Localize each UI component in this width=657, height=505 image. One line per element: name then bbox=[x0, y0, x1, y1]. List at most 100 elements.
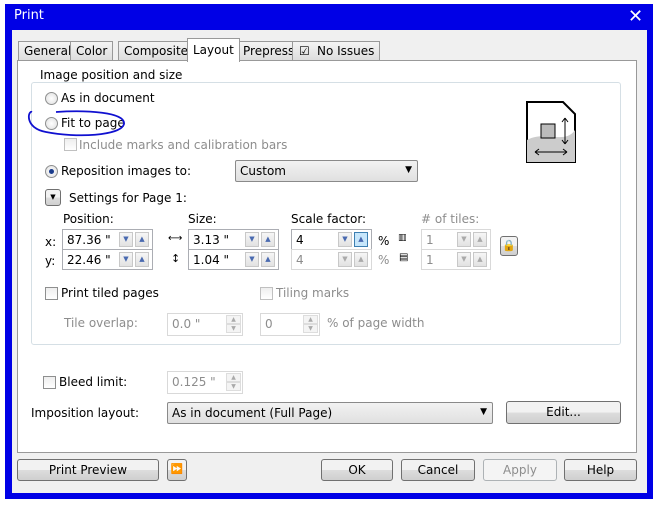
tiles-y-input[interactable]: 1 ▼ ▲ bbox=[421, 249, 491, 270]
ok-button[interactable]: OK bbox=[321, 459, 393, 481]
increment-button[interactable]: ▲ bbox=[226, 373, 241, 382]
window-title: Print bbox=[14, 8, 44, 23]
decrement-button[interactable]: ▼ bbox=[338, 232, 352, 247]
as-in-document-radio[interactable] bbox=[45, 92, 58, 105]
value: 22.46 " bbox=[67, 253, 111, 267]
decrement-button[interactable]: ▼ bbox=[119, 252, 133, 267]
increment-button[interactable]: ▲ bbox=[226, 315, 241, 324]
increment-button[interactable]: ▲ bbox=[473, 252, 487, 267]
value: 0.125 " bbox=[172, 375, 216, 389]
imposition-value: As in document (Full Page) bbox=[172, 406, 333, 420]
y-label: y: bbox=[45, 254, 56, 268]
decrement-button[interactable]: ▼ bbox=[457, 232, 471, 247]
expand-preview-button[interactable]: ⏩ bbox=[167, 459, 187, 481]
value: 87.36 " bbox=[67, 233, 111, 247]
size-width-input[interactable]: 3.13 " ▼ ▲ bbox=[188, 229, 279, 250]
cancel-button[interactable]: Cancel bbox=[401, 459, 475, 481]
tab-general[interactable]: General bbox=[18, 41, 78, 61]
tab-color[interactable]: Color bbox=[70, 41, 114, 61]
print-preview-button[interactable]: Print Preview bbox=[17, 459, 159, 481]
height-icon: ↕ bbox=[171, 252, 181, 265]
as-in-document-label: As in document bbox=[61, 91, 155, 105]
decrement-button[interactable]: ▼ bbox=[245, 252, 259, 267]
size-height-input[interactable]: 1.04 " ▼ ▲ bbox=[188, 249, 279, 270]
include-marks-checkbox[interactable] bbox=[64, 138, 77, 151]
tab-composite[interactable]: Composite bbox=[118, 41, 195, 61]
horizontal-ruler-icon: ▥ bbox=[398, 233, 407, 243]
bleed-limit-input[interactable]: 0.125 " ▲ ▼ bbox=[167, 371, 243, 394]
increment-button[interactable]: ▲ bbox=[135, 252, 149, 267]
increment-button[interactable]: ▲ bbox=[473, 232, 487, 247]
reposition-value: Custom bbox=[240, 164, 286, 178]
tab-layout[interactable]: Layout bbox=[187, 38, 240, 62]
value: 1 bbox=[426, 253, 434, 267]
decrement-button[interactable]: ▼ bbox=[226, 324, 241, 333]
increment-button[interactable]: ▲ bbox=[354, 252, 368, 267]
imposition-layout-select[interactable]: As in document (Full Page) ▼ bbox=[167, 402, 493, 424]
imposition-layout-label: Imposition layout: bbox=[31, 406, 140, 420]
tile-overlap-input[interactable]: 0.0 " ▲ ▼ bbox=[167, 313, 243, 336]
overlap-percent-input[interactable]: 0 ▲ ▼ bbox=[260, 313, 320, 336]
close-icon[interactable]: ✕ bbox=[628, 6, 643, 27]
reposition-radio[interactable] bbox=[45, 165, 58, 178]
increment-button[interactable]: ▲ bbox=[261, 252, 275, 267]
tiles-x-input[interactable]: 1 ▼ ▲ bbox=[421, 229, 491, 250]
position-y-input[interactable]: 22.46 " ▼ ▲ bbox=[62, 249, 153, 270]
tile-overlap-label: Tile overlap: bbox=[64, 316, 138, 330]
dropdown-arrow-icon: ▼ bbox=[480, 407, 487, 417]
scale-factor-label: Scale factor: bbox=[291, 212, 367, 226]
hand-drawn-circle-annotation bbox=[27, 110, 125, 137]
bleed-limit-checkbox[interactable] bbox=[43, 376, 56, 389]
increment-button[interactable]: ▲ bbox=[261, 232, 275, 247]
help-button[interactable]: Help bbox=[564, 459, 637, 481]
increment-button[interactable]: ▲ bbox=[354, 232, 368, 247]
tiling-marks-label: Tiling marks bbox=[276, 286, 350, 300]
increment-button[interactable]: ▲ bbox=[303, 315, 318, 324]
tab-no-issues[interactable]: ☑ No Issues bbox=[292, 41, 381, 61]
x-label: x: bbox=[45, 235, 57, 249]
value: 4 bbox=[296, 253, 304, 267]
settings-for-page-label: Settings for Page 1: bbox=[69, 191, 187, 205]
reposition-select[interactable]: Custom ▼ bbox=[235, 160, 418, 182]
vertical-ruler-icon: ▤ bbox=[399, 252, 409, 263]
percent-label: % bbox=[378, 253, 390, 267]
scale-y-input[interactable]: 4 ▼ ▲ bbox=[291, 249, 372, 270]
value: 3.13 " bbox=[193, 233, 230, 247]
percent-page-width-label: % of page width bbox=[327, 316, 425, 330]
expand-settings-button[interactable]: ▼ bbox=[45, 189, 61, 206]
position-label: Position: bbox=[63, 212, 114, 226]
decrement-button[interactable]: ▼ bbox=[338, 252, 352, 267]
decrement-button[interactable]: ▼ bbox=[245, 232, 259, 247]
tab-prepress[interactable]: Prepress bbox=[237, 41, 301, 61]
scale-x-input[interactable]: 4 ▼ ▲ bbox=[291, 229, 372, 250]
percent-label: % bbox=[378, 234, 390, 248]
position-x-input[interactable]: 87.36 " ▼ ▲ bbox=[62, 229, 153, 250]
checklist-icon: ☑ bbox=[299, 44, 310, 58]
value: 0 bbox=[265, 317, 273, 331]
reposition-label: Reposition images to: bbox=[61, 164, 192, 178]
decrement-button[interactable]: ▼ bbox=[457, 252, 471, 267]
size-label: Size: bbox=[188, 212, 217, 226]
apply-button[interactable]: Apply bbox=[483, 459, 557, 481]
width-icon: ⟷ bbox=[168, 233, 183, 244]
value: 1.04 " bbox=[193, 253, 230, 267]
print-tiled-checkbox[interactable] bbox=[45, 287, 58, 300]
value: 4 bbox=[296, 233, 304, 247]
print-tiled-label: Print tiled pages bbox=[61, 286, 159, 300]
value: 0.0 " bbox=[172, 317, 201, 331]
page-preview-icon bbox=[526, 101, 576, 163]
lock-icon[interactable]: 🔒 bbox=[500, 236, 518, 256]
dropdown-arrow-icon: ▼ bbox=[405, 165, 412, 175]
tiles-label: # of tiles: bbox=[421, 212, 480, 226]
decrement-button[interactable]: ▼ bbox=[303, 324, 318, 333]
tab-label: No Issues bbox=[317, 44, 375, 58]
tiling-marks-checkbox[interactable] bbox=[260, 287, 273, 300]
decrement-button[interactable]: ▼ bbox=[226, 382, 241, 391]
include-marks-label: Include marks and calibration bars bbox=[79, 138, 288, 152]
increment-button[interactable]: ▲ bbox=[135, 232, 149, 247]
value: 1 bbox=[426, 233, 434, 247]
decrement-button[interactable]: ▼ bbox=[119, 232, 133, 247]
bleed-limit-label: Bleed limit: bbox=[59, 375, 128, 389]
edit-button[interactable]: Edit... bbox=[506, 401, 621, 424]
group-legend: Image position and size bbox=[38, 68, 185, 82]
